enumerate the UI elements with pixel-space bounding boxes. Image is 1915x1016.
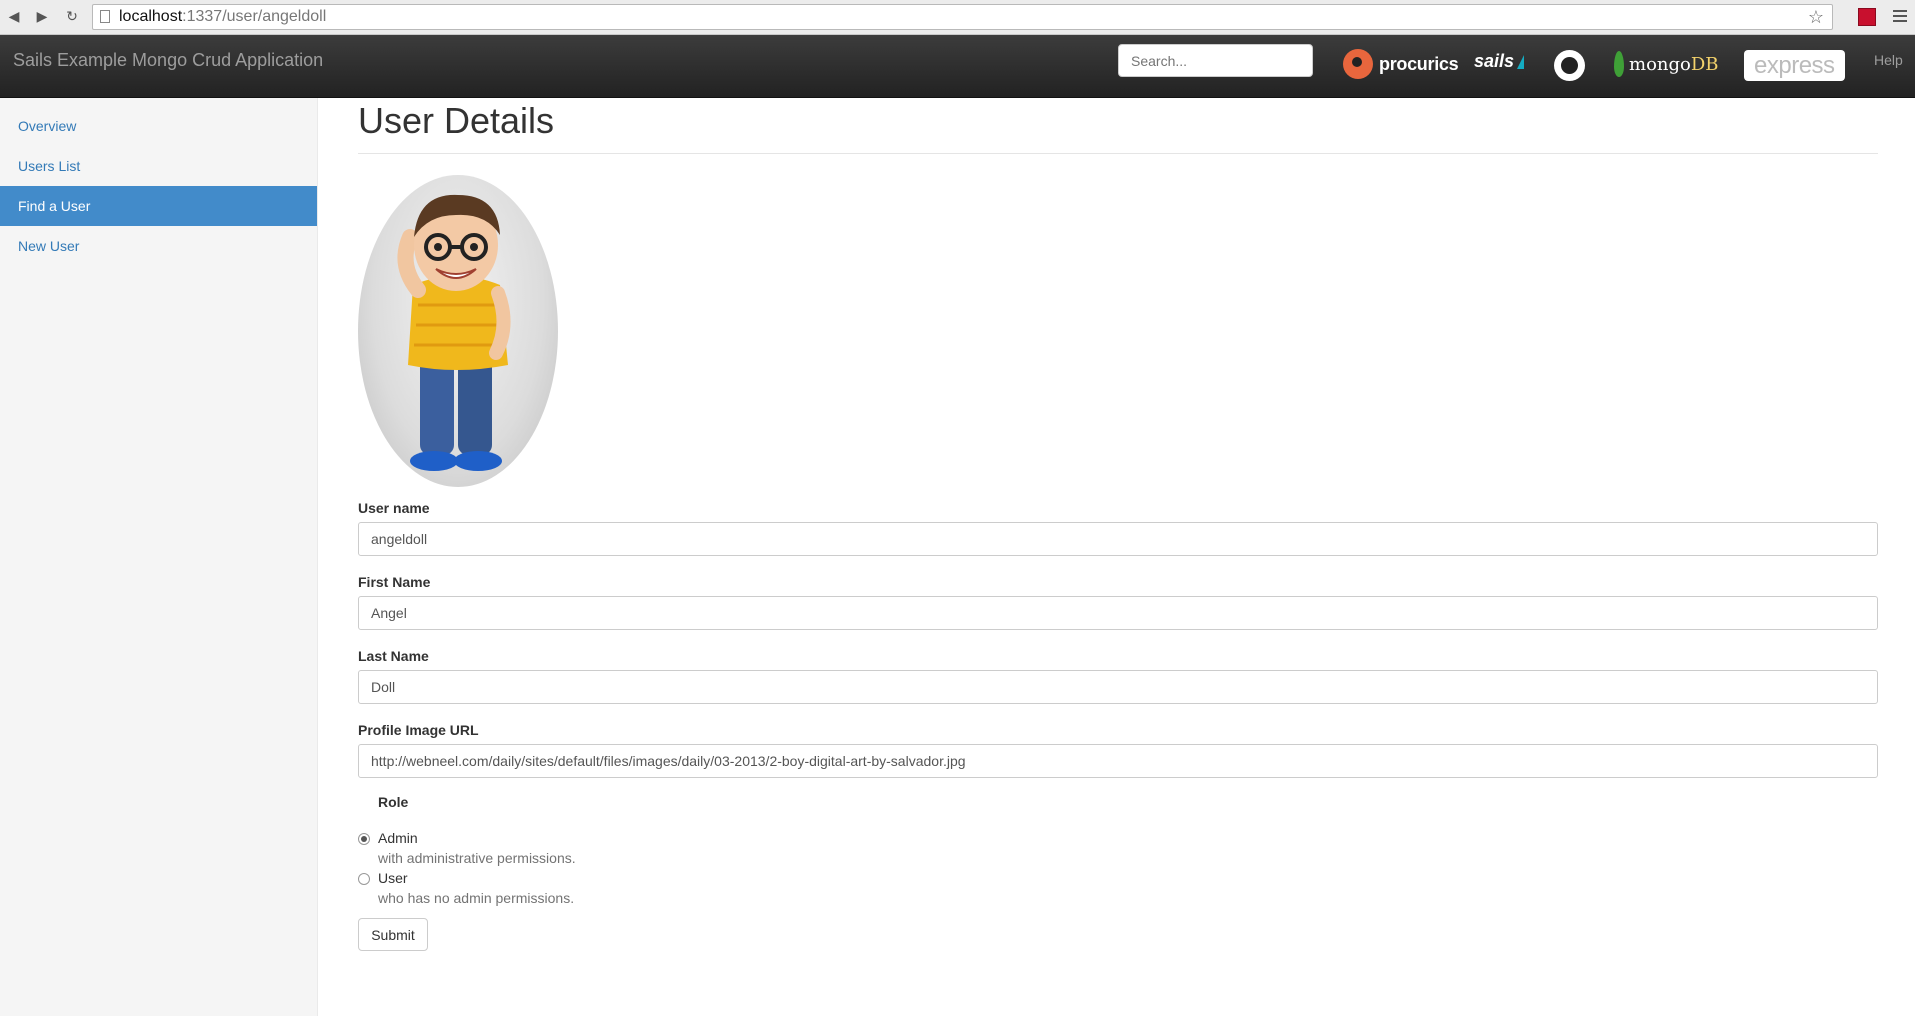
profile-image-url-label: Profile Image URL: [358, 722, 479, 738]
mongodb-logo-db-text: DB: [1690, 53, 1719, 75]
sidebar-item-new-user[interactable]: New User: [0, 226, 317, 266]
sidebar-item-users-list[interactable]: Users List: [0, 146, 317, 186]
procurics-logo-text: procurics: [1379, 53, 1459, 74]
reload-icon[interactable]: ↻: [62, 6, 82, 26]
back-icon[interactable]: ◀: [4, 6, 24, 26]
profile-image: [358, 175, 558, 487]
username-field[interactable]: [358, 522, 1878, 556]
mongodb-logo-text: mongo: [1629, 53, 1691, 75]
leaf-icon: [1614, 51, 1624, 77]
last-name-field[interactable]: [358, 670, 1878, 704]
role-admin-help: with administrative permissions.: [378, 850, 576, 866]
profile-image-url-field[interactable]: [358, 744, 1878, 778]
sidebar-item-find-a-user[interactable]: Find a User: [0, 186, 317, 226]
sail-icon: [1517, 54, 1525, 69]
search-input[interactable]: [1118, 44, 1313, 77]
procurics-logo[interactable]: procurics: [1343, 49, 1459, 79]
bookmark-star-icon[interactable]: ☆: [1808, 5, 1824, 29]
sails-logo[interactable]: sails: [1474, 51, 1525, 72]
github-icon[interactable]: [1554, 50, 1585, 81]
role-admin-label[interactable]: Admin: [378, 830, 418, 846]
sails-logo-text: sails: [1474, 51, 1515, 71]
extension-icon[interactable]: [1858, 8, 1876, 26]
first-name-label: First Name: [358, 574, 431, 590]
role-user-label[interactable]: User: [378, 870, 408, 886]
role-label: Role: [378, 794, 409, 810]
sidebar: Overview Users List Find a User New User: [0, 98, 318, 1016]
app-brand[interactable]: Sails Example Mongo Crud Application: [13, 50, 323, 71]
role-user-radio[interactable]: [358, 873, 370, 885]
address-bar[interactable]: localhost:1337/user/angeldoll ☆: [92, 4, 1833, 30]
last-name-label: Last Name: [358, 648, 429, 664]
page-icon: [100, 10, 110, 23]
sidebar-item-overview[interactable]: Overview: [0, 106, 317, 146]
boy-illustration: [397, 194, 511, 471]
express-logo[interactable]: express: [1744, 50, 1845, 81]
forward-icon[interactable]: ▶: [32, 6, 52, 26]
help-link[interactable]: Help: [1874, 52, 1903, 68]
mongodb-logo[interactable]: mongo DB: [1614, 51, 1719, 77]
procurics-mark-icon: [1343, 49, 1373, 79]
browser-toolbar: ◀ ▶ ↻ localhost:1337/user/angeldoll ☆: [0, 0, 1915, 35]
url-host: localhost: [119, 8, 183, 25]
role-user-help: who has no admin permissions.: [378, 890, 575, 906]
url-path: :1337/user/angeldoll: [182, 8, 327, 25]
first-name-field[interactable]: [358, 596, 1878, 630]
page-title: User Details: [358, 100, 555, 141]
title-divider: [358, 153, 1878, 154]
role-admin-radio[interactable]: [358, 833, 370, 845]
username-label: User name: [358, 500, 430, 516]
app-navbar: Sails Example Mongo Crud Application pro…: [0, 35, 1915, 98]
submit-button[interactable]: Submit: [358, 918, 428, 951]
browser-menu-icon[interactable]: [1893, 7, 1907, 25]
